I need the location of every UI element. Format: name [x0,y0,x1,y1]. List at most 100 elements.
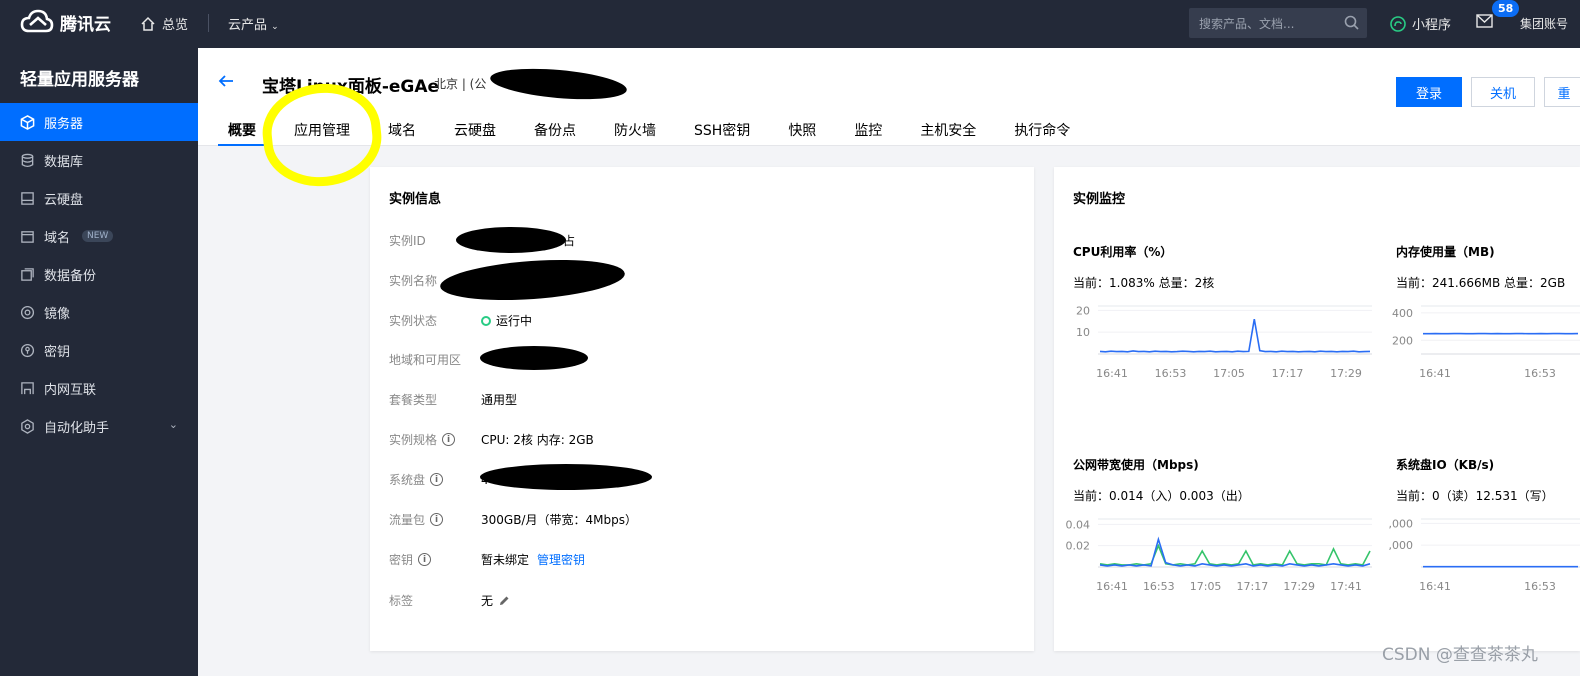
sidebar-item-servers[interactable]: 服务器 [0,103,198,141]
chevron-down-icon: ⌄ [271,22,279,32]
sidebar-item-domain[interactable]: 域名 NEW [0,217,198,255]
series-line [1099,543,1371,566]
metric-current: 当前：1.083% 总量：2核 [1073,276,1215,290]
info-row-spec: 实例规格 i CPU: 2核 内存: 2GB [389,431,594,448]
info-icon[interactable]: i [430,513,444,526]
x-tick-label: 16:41 [1096,367,1128,380]
x-tick-label: 16:53 [1524,580,1556,593]
info-icon[interactable]: i [430,473,444,486]
sidebar-item-label: 服务器 [44,116,84,132]
database-icon [21,153,34,167]
metric-bandwidth: 公网带宽使用（Mbps) 当前：0.014（入）0.003（出） [1073,456,1250,504]
x-tick-label: 17:05 [1190,580,1222,593]
card-title: 实例监控 [1073,192,1126,207]
sidebar-item-keys[interactable]: 密钥 [0,331,198,369]
info-row-traffic: 流量包 i 300GB/月（带宽：4Mbps） [389,511,637,528]
tab-bar: 概要 应用管理 域名 云硬盘 备份点 防火墙 SSH密钥 快照 监控 主机安全 … [218,120,1098,146]
row-value: 300GB/月（带宽：4Mbps） [481,513,637,527]
login-button[interactable]: 登录 [1396,77,1462,107]
mail-count-badge: 58 [1492,0,1520,17]
tab-firewall[interactable]: 防火墙 [604,120,666,146]
y-tick-label: 10 [1076,326,1090,339]
search-icon[interactable] [1344,15,1359,30]
tab-run-command[interactable]: 执行命令 [1004,120,1080,146]
sidebar-item-intranet[interactable]: 内网互联 [0,369,198,407]
tab-domain[interactable]: 域名 [378,120,426,146]
redaction-mark [438,254,627,306]
row-label: 流量包 [389,513,426,527]
back-arrow-icon[interactable] [218,73,234,89]
y-tick-label: 400 [1392,307,1413,320]
redaction-mark [456,227,566,253]
info-icon[interactable]: i [442,433,456,446]
manage-key-link[interactable]: 管理密钥 [537,551,585,568]
cpu-chart: 20 10 16:41 16:53 17:05 17:17 17:29 [1076,304,1372,380]
new-badge: NEW [82,230,114,242]
more-button[interactable]: 重 [1544,77,1580,107]
sidebar: 轻量应用服务器 服务器 数据库 云硬盘 域名 NEW 数据备份 镜像 密钥 内网… [0,48,198,676]
tab-snapshot[interactable]: 快照 [778,120,826,146]
backup-icon [21,267,34,281]
image-icon [20,305,35,319]
top-navbar: 腾讯云 总览 云产品 ⌄ 搜索产品、文档... 小程序 58 集团账号 [0,0,1580,48]
instance-monitor-card: 实例监控 CPU利用率（%） 当前：1.083% 总量：2核 内存使用量（MB)… [1054,167,1580,651]
sidebar-item-database[interactable]: 数据库 [0,141,198,179]
sidebar-item-image[interactable]: 镜像 [0,293,198,331]
tab-backup[interactable]: 备份点 [524,120,586,146]
row-value: CPU: 2核 内存: 2GB [481,433,594,447]
nav-overview-label: 总览 [162,18,189,33]
miniprogram-link[interactable]: 小程序 [1390,14,1451,33]
sidebar-item-cloud-disk[interactable]: 云硬盘 [0,179,198,217]
search-placeholder: 搜索产品、文档... [1199,17,1295,31]
sidebar-title: 轻量应用服务器 [20,70,139,90]
instance-header: 宝塔Linux面板-eGAe 北京 | (公 登录 关机 重 概要 应用管理 域… [198,48,1580,146]
x-tick-label: 16:53 [1143,580,1175,593]
info-row-region: 地域和可用区 [389,351,481,368]
link-icon [21,381,34,394]
nav-products-label: 云产品 [228,18,268,33]
edit-pencil-icon[interactable] [498,595,510,607]
sidebar-item-data-backup[interactable]: 数据备份 [0,255,198,293]
tab-cloud-disk[interactable]: 云硬盘 [444,120,506,146]
row-value: 无 [481,594,494,608]
card-title: 实例信息 [389,192,442,207]
tencent-cloud-logo[interactable]: 腾讯云 [20,9,111,35]
divider [208,14,209,32]
account-menu[interactable]: 集团账号 [1520,15,1568,32]
tab-app-management[interactable]: 应用管理 [284,120,360,146]
metric-disk-io: 系统盘IO（KB/s) 当前：0（读）12.531（写） [1396,456,1554,504]
tab-overview[interactable]: 概要 [218,120,266,146]
row-value: 暂未绑定 [481,553,530,567]
mail-icon[interactable] [1476,14,1493,32]
metric-title: CPU利用率（%） [1073,245,1173,259]
sidebar-item-label: 内网互联 [44,382,97,398]
x-tick-label: 17:29 [1330,367,1362,380]
info-row-key: 密钥 i 暂未绑定 管理密钥 [389,551,585,568]
metric-current: 当前：0.014（入）0.003（出） [1073,489,1250,503]
x-tick-label: 17:17 [1237,580,1269,593]
disk-icon [21,191,34,205]
row-label: 实例状态 [389,314,438,328]
info-row-plan: 套餐类型 通用型 [389,391,517,408]
gear-icon [21,418,34,434]
redaction-mark [480,464,652,490]
info-icon[interactable]: i [418,553,432,566]
csdn-watermark: CSDN @查查茶茶丸 [1382,645,1538,665]
search-input[interactable]: 搜索产品、文档... [1189,8,1367,38]
row-value: 运行中 [496,314,533,328]
nav-products[interactable]: 云产品 ⌄ [228,14,279,33]
page-title: 宝塔Linux面板-eGAe [262,77,440,97]
redaction-mark [489,64,628,104]
series-line [1099,318,1371,353]
info-row-system-disk: 系统盘i 4 [389,471,489,488]
instance-info-card: 实例信息 实例ID 占 实例名称 实例状态 运行中 地域和可用区 套餐类型 通用… [370,167,1034,651]
chevron-down-icon[interactable]: ⌄ [169,418,178,431]
y-tick-label: 200 [1392,334,1413,347]
shutdown-button[interactable]: 关机 [1471,77,1535,107]
tab-ssh-key[interactable]: SSH密钥 [684,120,760,146]
tab-monitor[interactable]: 监控 [844,120,892,146]
nav-overview[interactable]: 总览 [140,14,188,33]
sidebar-item-automation[interactable]: 自动化助手 ⌄ [0,407,198,445]
sidebar-item-label: 自动化助手 [44,420,110,436]
tab-host-security[interactable]: 主机安全 [910,120,986,146]
